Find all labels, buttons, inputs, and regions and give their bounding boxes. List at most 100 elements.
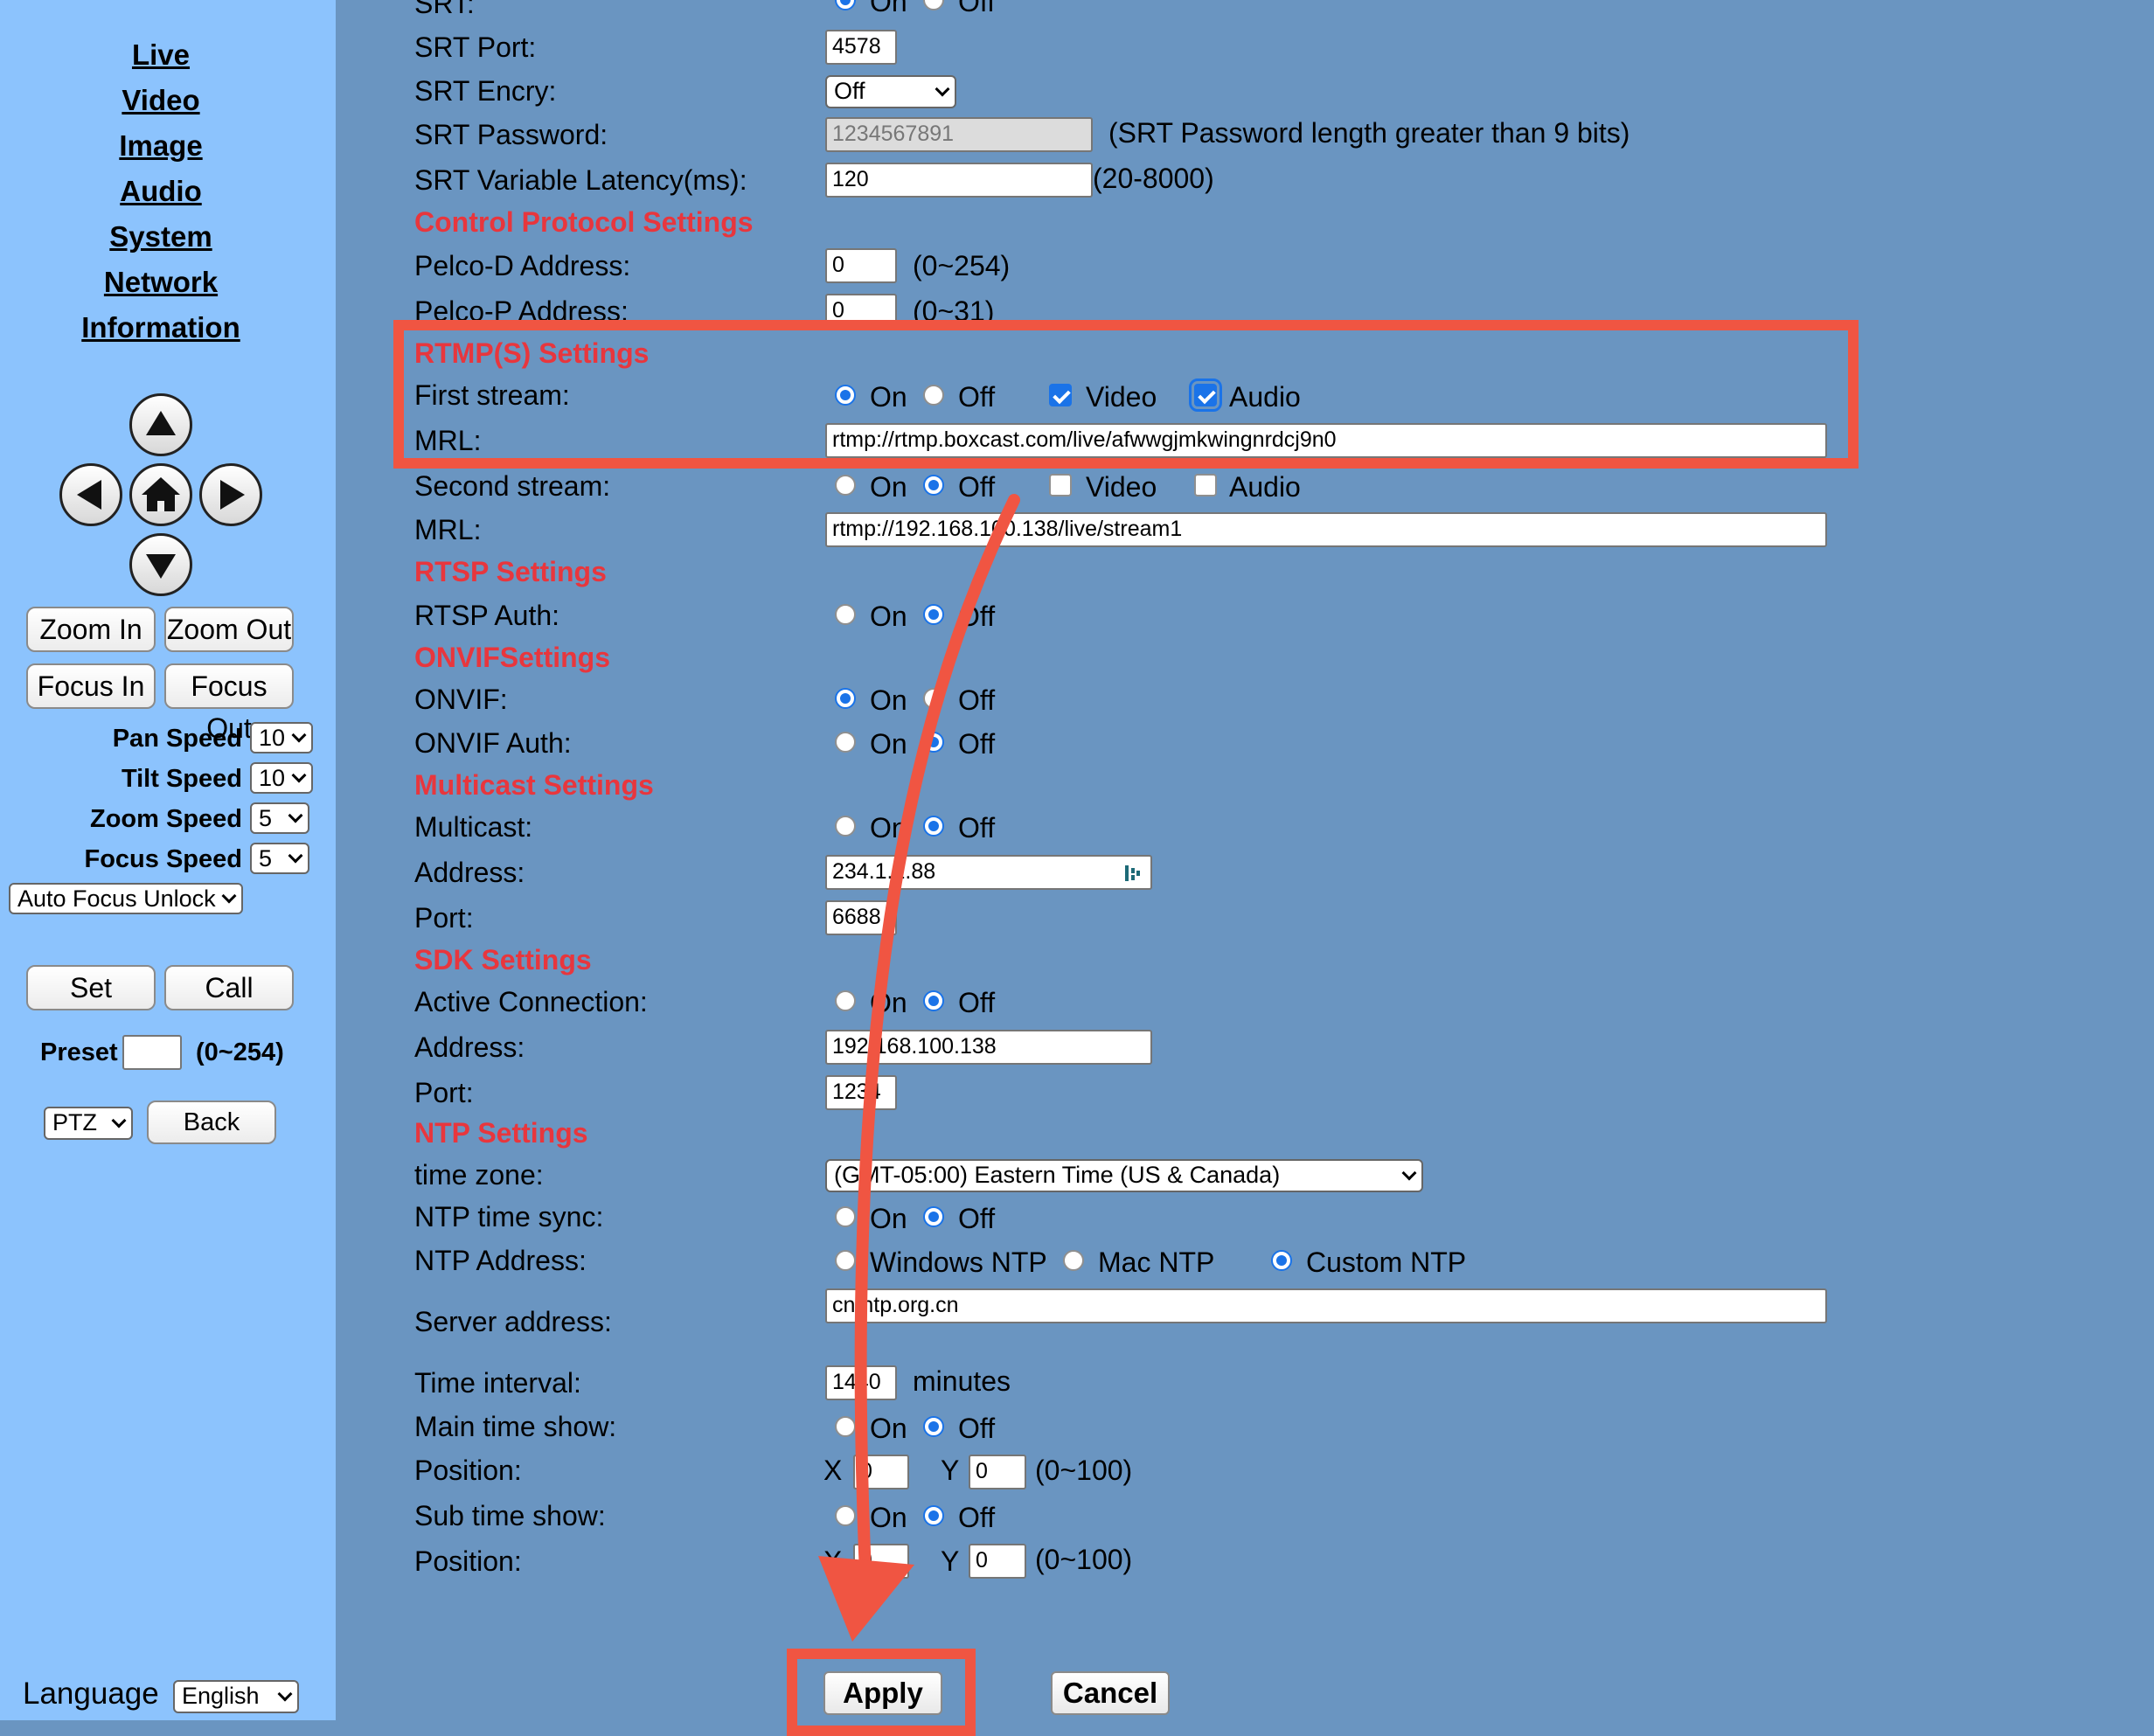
second-stream-off-radio[interactable] bbox=[923, 475, 944, 496]
srt-on-radio[interactable] bbox=[835, 0, 856, 10]
cancel-button[interactable]: Cancel bbox=[1051, 1671, 1170, 1715]
second-stream-on-radio[interactable] bbox=[835, 475, 856, 496]
mac-ntp-radio[interactable] bbox=[1063, 1250, 1084, 1271]
windows-ntp-radio[interactable] bbox=[835, 1250, 856, 1271]
ptz-left-button[interactable] bbox=[59, 463, 122, 526]
up-arrow-icon bbox=[146, 411, 176, 435]
tilt-speed-select[interactable]: 10 bbox=[250, 762, 313, 794]
pan-speed-select[interactable]: 10 bbox=[250, 722, 313, 753]
ptz-mode-select[interactable]: PTZ bbox=[44, 1107, 133, 1140]
nav-image[interactable]: Image bbox=[0, 129, 322, 163]
preset-call-button[interactable]: Call bbox=[164, 965, 294, 1010]
rtsp-auth-label: RTSP Auth: bbox=[414, 600, 560, 631]
multicast-port-input[interactable]: 6688 bbox=[825, 900, 897, 935]
focus-in-button[interactable]: Focus In bbox=[26, 663, 156, 709]
second-stream-off-label: Off bbox=[958, 471, 996, 503]
time-zone-select[interactable]: (GMT-05:00) Eastern Time (US & Canada) bbox=[825, 1159, 1423, 1192]
srt-label: SRT: bbox=[414, 0, 475, 19]
ptz-down-button[interactable] bbox=[129, 533, 192, 596]
onvif-auth-on-radio[interactable] bbox=[835, 732, 856, 753]
main-time-show-off-label: Off bbox=[958, 1413, 996, 1444]
sdk-port-input[interactable]: 1234 bbox=[825, 1075, 897, 1110]
nav-audio[interactable]: Audio bbox=[0, 175, 322, 208]
auto-focus-select[interactable]: Auto Focus Unlock bbox=[9, 883, 243, 914]
ptz-right-button[interactable] bbox=[199, 463, 262, 526]
multicast-label: Multicast: bbox=[414, 811, 533, 843]
multicast-on-radio[interactable] bbox=[835, 816, 856, 837]
back-button[interactable]: Back bbox=[147, 1101, 276, 1144]
multicast-off-radio[interactable] bbox=[923, 816, 944, 837]
home-icon bbox=[142, 477, 180, 511]
language-label: Language bbox=[23, 1677, 159, 1711]
sub-position-y-input[interactable]: 0 bbox=[969, 1544, 1026, 1579]
preset-input[interactable] bbox=[122, 1035, 182, 1070]
onvif-auth-label: ONVIF Auth: bbox=[414, 727, 572, 759]
language-select[interactable]: English bbox=[173, 1680, 299, 1713]
main-time-show-off-radio[interactable] bbox=[923, 1416, 944, 1437]
multicast-address-input[interactable]: 234.1.2.88 bbox=[825, 855, 1152, 890]
focus-speed-select[interactable]: 5 bbox=[250, 843, 309, 874]
server-address-input[interactable]: cn.ntp.org.cn bbox=[825, 1288, 1827, 1323]
ntp-sync-off-radio[interactable] bbox=[923, 1206, 944, 1227]
zoom-speed-select[interactable]: 5 bbox=[250, 802, 309, 834]
srt-encry-select[interactable]: Off bbox=[825, 75, 956, 108]
second-stream-audio-checkbox[interactable] bbox=[1194, 474, 1217, 496]
sub-position-x-label: X bbox=[823, 1545, 843, 1577]
second-stream-video-checkbox[interactable] bbox=[1049, 474, 1072, 496]
rtsp-auth-off-radio[interactable] bbox=[923, 604, 944, 625]
main-time-show-on-label: On bbox=[870, 1413, 907, 1444]
multicast-title: Multicast Settings bbox=[414, 769, 654, 801]
rtsp-auth-on-radio[interactable] bbox=[835, 604, 856, 625]
sub-time-show-on-radio[interactable] bbox=[835, 1505, 856, 1526]
onvif-auth-off-radio[interactable] bbox=[923, 732, 944, 753]
nav-information[interactable]: Information bbox=[0, 311, 322, 344]
right-arrow-icon bbox=[220, 480, 245, 510]
srt-on-label: On bbox=[870, 0, 907, 17]
nav-video[interactable]: Video bbox=[0, 84, 322, 117]
preset-label: Preset bbox=[40, 1038, 118, 1066]
sdk-port-label: Port: bbox=[414, 1077, 474, 1108]
srt-password-input[interactable]: 1234567891 bbox=[825, 117, 1093, 152]
pelco-d-range: (0~254) bbox=[913, 250, 1011, 281]
second-stream-on-label: On bbox=[870, 471, 907, 503]
onvif-auth-off-label: Off bbox=[958, 728, 996, 760]
ptz-home-button[interactable] bbox=[129, 463, 192, 526]
zoom-out-button[interactable]: Zoom Out bbox=[164, 607, 294, 652]
active-connection-off-radio[interactable] bbox=[923, 990, 944, 1011]
ntp-address-label: NTP Address: bbox=[414, 1245, 587, 1276]
preset-set-button[interactable]: Set bbox=[26, 965, 156, 1010]
sub-time-show-off-radio[interactable] bbox=[923, 1505, 944, 1526]
nav-live[interactable]: Live bbox=[0, 38, 322, 72]
main-time-show-label: Main time show: bbox=[414, 1411, 617, 1442]
custom-ntp-label: Custom NTP bbox=[1306, 1246, 1467, 1278]
srt-off-radio[interactable] bbox=[923, 0, 944, 10]
ntp-sync-on-radio[interactable] bbox=[835, 1206, 856, 1227]
focus-out-button[interactable]: Focus Out bbox=[164, 663, 294, 744]
active-connection-on-radio[interactable] bbox=[835, 990, 856, 1011]
custom-ntp-radio[interactable] bbox=[1271, 1250, 1292, 1271]
ptz-up-button[interactable] bbox=[129, 393, 192, 456]
main-time-show-on-radio[interactable] bbox=[835, 1416, 856, 1437]
time-interval-unit: minutes bbox=[913, 1365, 1011, 1397]
pelco-d-input[interactable]: 0 bbox=[825, 248, 897, 283]
srt-port-input[interactable]: 4578 bbox=[825, 30, 897, 65]
main-position-x-input[interactable]: 0 bbox=[853, 1455, 909, 1489]
zoom-in-button[interactable]: Zoom In bbox=[26, 607, 156, 652]
main-position-y-label: Y bbox=[941, 1455, 960, 1486]
onvif-off-radio[interactable] bbox=[923, 688, 944, 709]
onvif-on-radio[interactable] bbox=[835, 688, 856, 709]
sub-position-x-input[interactable]: 0 bbox=[853, 1544, 909, 1579]
multicast-off-label: Off bbox=[958, 812, 996, 844]
main-position-range: (0~100) bbox=[1035, 1455, 1133, 1486]
nav-network[interactable]: Network bbox=[0, 266, 322, 299]
sdk-address-label: Address: bbox=[414, 1031, 525, 1063]
srt-latency-input[interactable]: 120 bbox=[825, 163, 1093, 198]
active-connection-label: Active Connection: bbox=[414, 986, 648, 1017]
time-interval-input[interactable]: 1440 bbox=[825, 1365, 897, 1400]
main-position-y-input[interactable]: 0 bbox=[969, 1455, 1026, 1489]
second-stream-video-label: Video bbox=[1086, 471, 1157, 503]
second-mrl-input[interactable]: rtmp://192.168.100.138/live/stream1 bbox=[825, 512, 1827, 547]
sdk-address-input[interactable]: 192.168.100.138 bbox=[825, 1030, 1152, 1065]
time-zone-label: time zone: bbox=[414, 1159, 544, 1191]
nav-system[interactable]: System bbox=[0, 220, 322, 253]
